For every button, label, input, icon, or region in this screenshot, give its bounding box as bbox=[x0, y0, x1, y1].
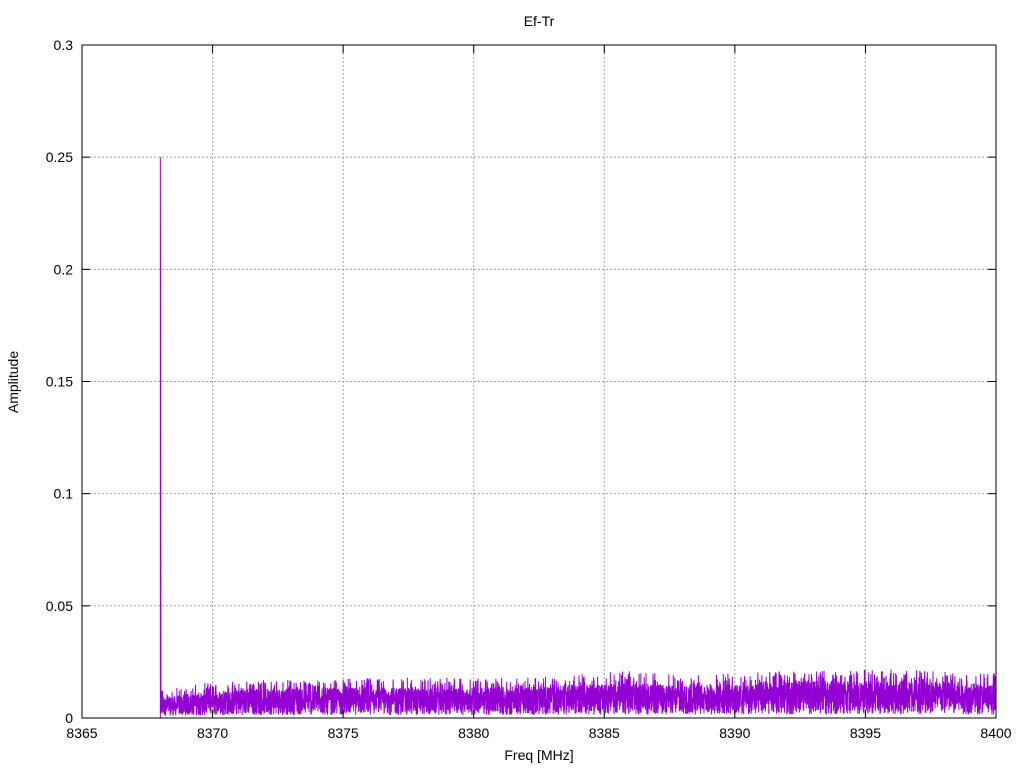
y-tick-label: 0.1 bbox=[54, 486, 74, 502]
chart-title: Ef-Tr bbox=[524, 13, 555, 29]
x-tick-label: 8390 bbox=[719, 725, 750, 741]
x-tick-label: 8395 bbox=[850, 725, 881, 741]
grid bbox=[82, 45, 996, 718]
x-tick-label: 8400 bbox=[980, 725, 1011, 741]
y-axis-label: Amplitude bbox=[5, 351, 21, 413]
series bbox=[159, 157, 997, 718]
x-axis-label: Freq [MHz] bbox=[504, 747, 573, 763]
x-tick-label: 8370 bbox=[197, 725, 228, 741]
y-tick-label: 0.15 bbox=[46, 374, 73, 390]
x-tick-label: 8375 bbox=[328, 725, 359, 741]
x-tick-label: 8385 bbox=[589, 725, 620, 741]
y-tick-label: 0.3 bbox=[54, 37, 74, 53]
x-tick-label: 8365 bbox=[66, 725, 97, 741]
y-tick-label: 0.05 bbox=[46, 598, 73, 614]
y-tick-label: 0.2 bbox=[54, 261, 74, 277]
y-tick-label: 0.25 bbox=[46, 149, 73, 165]
y-tick-label: 0 bbox=[65, 710, 73, 726]
series-line bbox=[159, 157, 997, 718]
ticks: 8365 8370 8375 8380 8385 8390 8395 8400 0 0.05 0.1… bbox=[46, 37, 1012, 741]
x-tick-label: 8380 bbox=[458, 725, 489, 741]
chart: Ef-Tr 8365 8370 8375 8380 8385 8390 8395 8400 0 0… bbox=[5, 13, 1012, 763]
